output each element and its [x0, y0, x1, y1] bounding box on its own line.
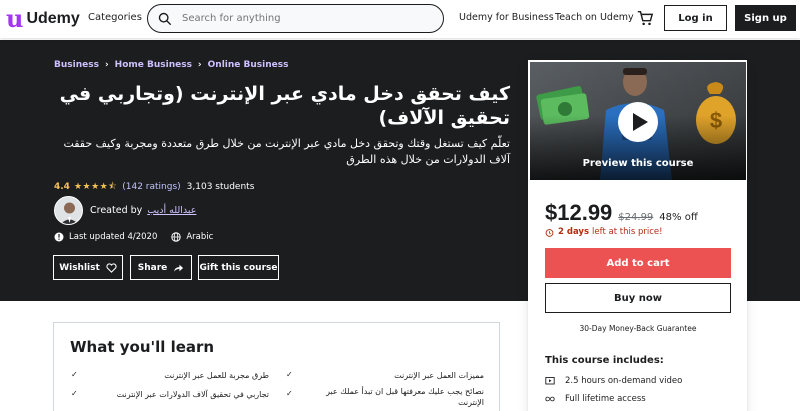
chevron-right-icon: ›: [197, 60, 202, 70]
breadcrumb-business[interactable]: Business: [54, 60, 99, 70]
play-icon[interactable]: [617, 101, 659, 143]
top-nav: u Udemy Categories Udemy for Business Te…: [0, 0, 800, 38]
rating-count-link[interactable]: (142 ratings): [122, 182, 180, 192]
breadcrumb-online-business[interactable]: Online Business: [208, 60, 289, 70]
share-label: Share: [137, 262, 168, 273]
check-icon: ✓: [286, 389, 293, 398]
original-price: $24.99: [618, 212, 654, 223]
last-updated: Last updated 4/2020: [69, 232, 158, 242]
gift-label: Gift this course: [199, 262, 278, 273]
course-subtitle: تعلّم كيف تستغل وقتك وتحقق دخل مادي عبر …: [63, 137, 510, 166]
wishlist-button[interactable]: Wishlist: [53, 255, 123, 280]
price-row: $12.99 $24.99 48% off: [545, 200, 698, 226]
learn-item: تجاربي في تحقيق آلاف الدولارات عبر الإنت…: [116, 390, 269, 399]
breadcrumb: Business › Home Business › Online Busine…: [54, 60, 288, 70]
infinity-icon: [545, 396, 555, 402]
login-button[interactable]: Log in: [664, 5, 727, 31]
categories-menu[interactable]: Categories: [88, 12, 142, 23]
learn-item: نصائح يجب عليك معرفتها قبل ان تبدأ عملك …: [326, 387, 484, 407]
learn-item: طرق مجربة للعمل عبر الإنترنت: [164, 371, 269, 380]
check-icon: ✓: [286, 370, 293, 379]
breadcrumb-home-business[interactable]: Home Business: [115, 60, 192, 70]
includes-title: This course includes:: [545, 355, 664, 366]
add-to-cart-button[interactable]: Add to cart: [545, 248, 731, 278]
created-by-label: Created by: [90, 205, 143, 216]
gift-course-button[interactable]: Gift this course: [198, 255, 279, 280]
timer-days: 2 days: [558, 227, 590, 237]
include-video: 2.5 hours on-demand video: [565, 376, 683, 386]
search-bar[interactable]: [147, 4, 444, 33]
rating-row: 4.4 ★★★★⯪ (142 ratings) 3,103 students: [54, 179, 254, 195]
wishlist-label: Wishlist: [59, 262, 100, 273]
check-icon: ✓: [71, 370, 78, 379]
search-icon[interactable]: [158, 12, 172, 26]
alarm-icon: [545, 228, 554, 237]
course-meta-row: Last updated 4/2020 Arabic: [54, 232, 213, 242]
heart-icon: [106, 262, 117, 273]
timer-rest: left at this price!: [592, 227, 663, 237]
include-item: 2.5 hours on-demand video: [545, 376, 682, 386]
creator-name-link[interactable]: عبدالله أديب: [147, 205, 196, 216]
signup-button[interactable]: Sign up: [735, 5, 796, 31]
preview-label[interactable]: Preview this course: [530, 158, 746, 169]
udemy-for-business-link[interactable]: Udemy for Business: [459, 12, 554, 23]
buy-now-button[interactable]: Buy now: [545, 283, 731, 313]
alert-icon: [54, 232, 64, 242]
course-title: كيف تحقق دخل مادي عبر الإنترنت (وتجاربي …: [59, 83, 510, 129]
discount-timer: 2 days left at this price!: [545, 227, 663, 237]
what-you-learn-title: What you'll learn: [70, 338, 215, 356]
include-lifetime: Full lifetime access: [565, 394, 646, 404]
globe-icon: [171, 232, 182, 242]
video-icon: [545, 377, 555, 385]
learn-item: مميزات العمل عبر الإنترنت: [394, 371, 484, 380]
share-arrow-icon: [174, 264, 184, 272]
avatar[interactable]: [54, 196, 83, 225]
course-language: Arabic: [186, 232, 214, 242]
check-icon: ✓: [71, 389, 78, 398]
share-button[interactable]: Share: [130, 255, 192, 280]
student-count: 3,103 students: [186, 182, 255, 192]
star-rating-icon: ★★★★⯪: [73, 182, 118, 192]
teach-on-udemy-link[interactable]: Teach on Udemy: [555, 12, 634, 23]
current-price: $12.99: [545, 200, 613, 225]
search-input[interactable]: [182, 13, 422, 24]
rating-value: 4.4: [54, 182, 70, 192]
discount-percent: 48% off: [659, 212, 698, 223]
logo-text: Udemy: [26, 10, 80, 27]
money-back-guarantee: 30-Day Money-Back Guarantee: [579, 324, 697, 333]
logo-mark: u: [6, 4, 24, 33]
udemy-logo[interactable]: u Udemy: [6, 7, 80, 31]
include-item: Full lifetime access: [545, 394, 646, 404]
creator-row: Created by عبدالله أديب: [54, 196, 196, 225]
cart-icon[interactable]: [636, 9, 654, 27]
chevron-right-icon: ›: [104, 60, 109, 70]
